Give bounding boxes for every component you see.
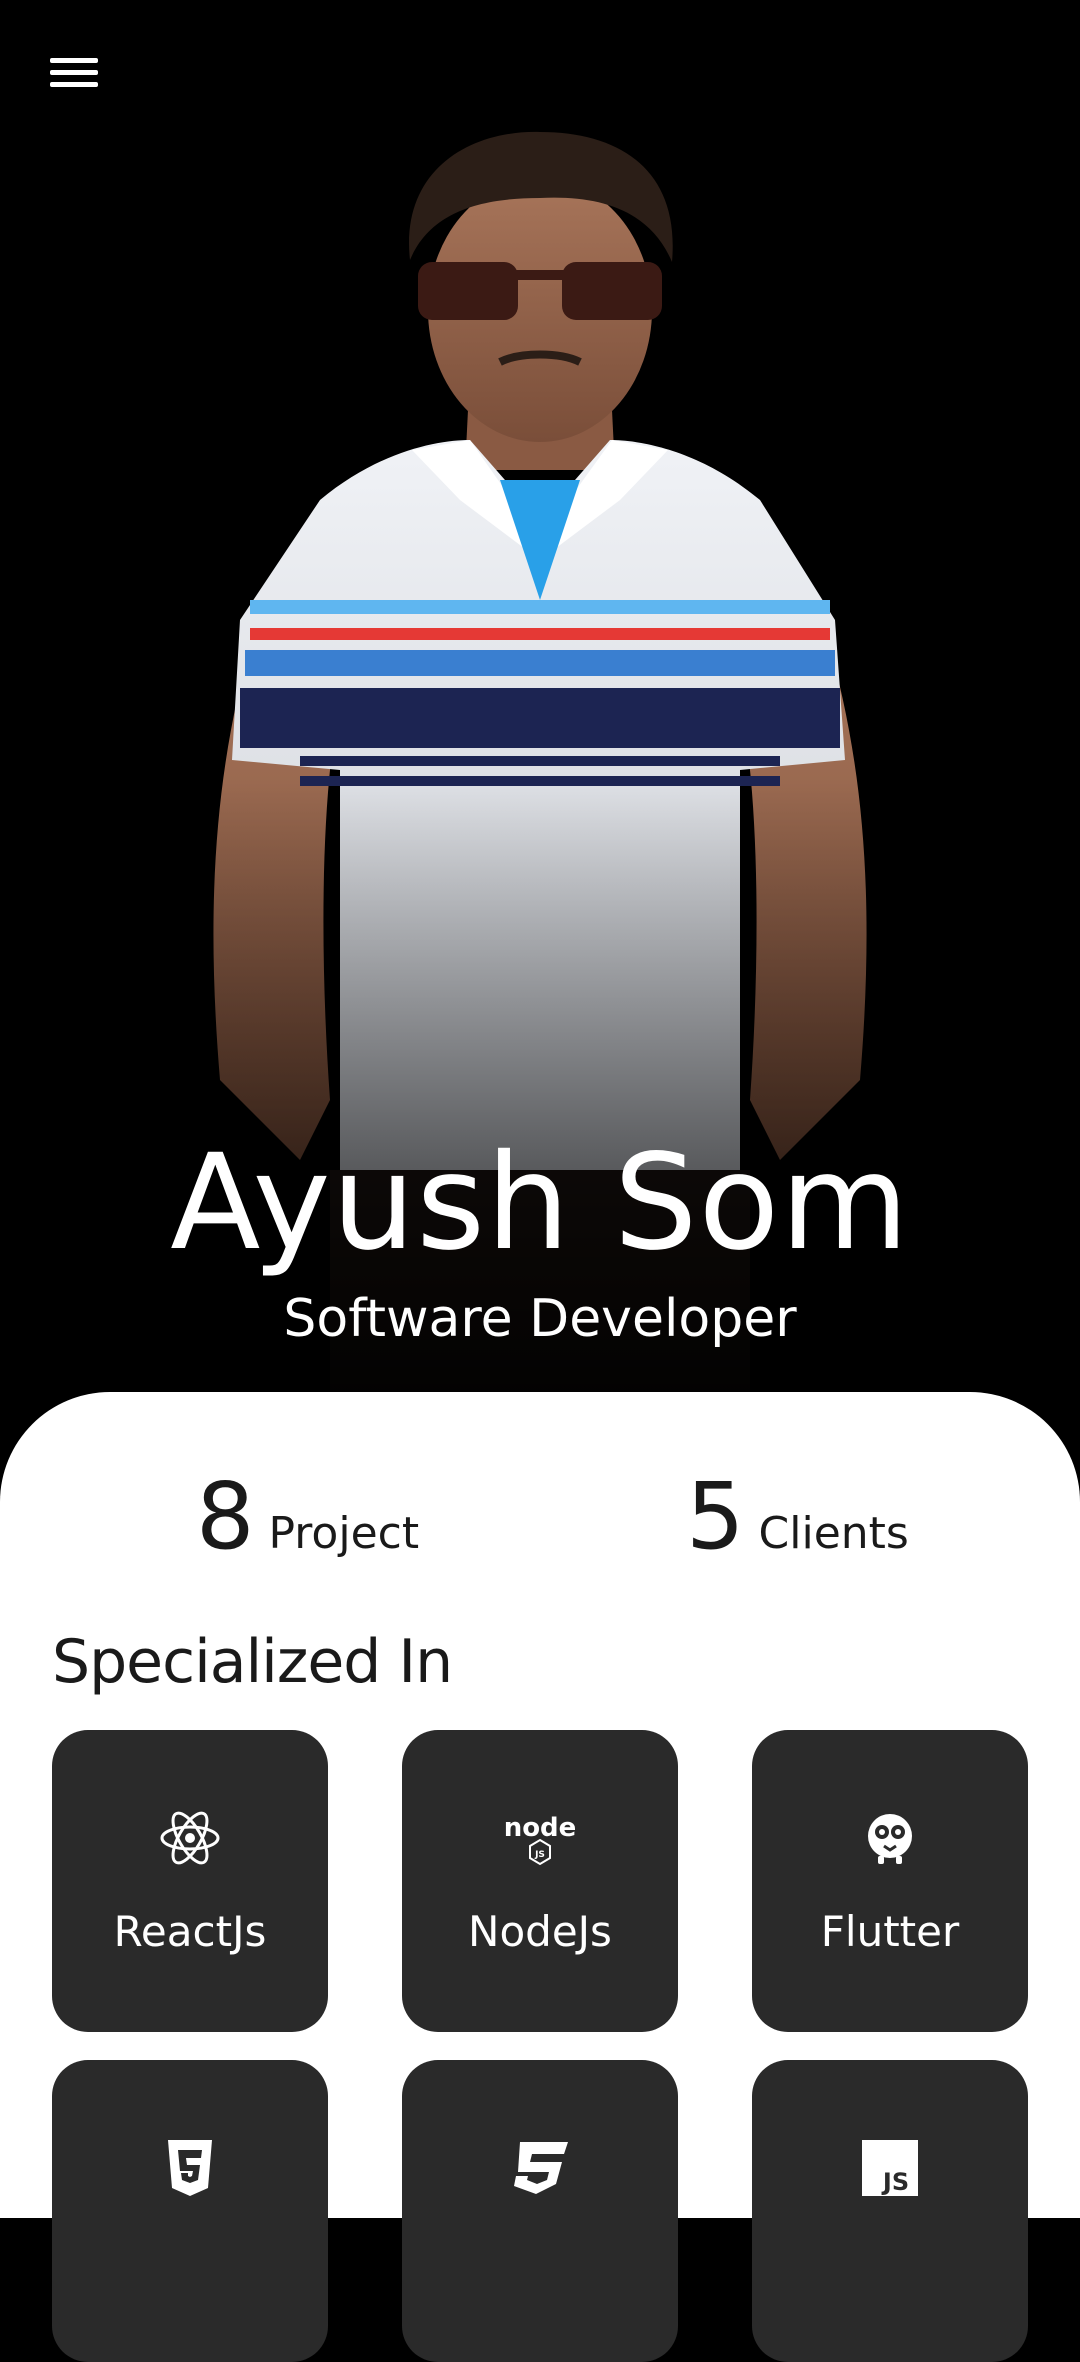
skill-card-nodejs[interactable]: node JS NodeJs bbox=[402, 1730, 678, 2032]
skill-card-flutter[interactable]: Flutter bbox=[752, 1730, 1028, 2032]
skill-label: Flutter bbox=[820, 1907, 960, 1956]
javascript-icon: JS bbox=[752, 2136, 1028, 2200]
skill-label: ReactJs bbox=[113, 1907, 267, 1956]
clients-label: Clients bbox=[758, 1508, 909, 1559]
svg-text:JS: JS bbox=[534, 1850, 545, 1860]
nodejs-icon: node JS bbox=[402, 1806, 678, 1870]
skill-label: NodeJs bbox=[468, 1907, 612, 1956]
hero-section: Ayush Som Software Developer bbox=[0, 0, 1080, 1420]
clients-stat: 5 Clients bbox=[686, 1462, 909, 1572]
hamburger-menu-icon[interactable] bbox=[44, 50, 104, 98]
html5-icon bbox=[52, 2136, 328, 2200]
projects-count: 8 bbox=[196, 1463, 255, 1570]
svg-text:node: node bbox=[504, 1813, 577, 1843]
profile-name: Ayush Som bbox=[170, 1126, 910, 1280]
profile-role: Software Developer bbox=[283, 1289, 797, 1349]
specialized-in-heading: Specialized In bbox=[52, 1627, 453, 1697]
projects-label: Project bbox=[268, 1508, 420, 1559]
skill-card-html5[interactable] bbox=[52, 2060, 328, 2362]
projects-stat: 8 Project bbox=[196, 1462, 419, 1572]
skill-card-reactjs[interactable]: ReactJs bbox=[52, 1730, 328, 2032]
svg-text:JS: JS bbox=[881, 2168, 909, 2196]
flutter-icon bbox=[752, 1806, 1028, 1870]
css3-icon bbox=[402, 2136, 678, 2200]
skill-card-javascript[interactable]: JS bbox=[752, 2060, 1028, 2362]
clients-count: 5 bbox=[686, 1463, 745, 1570]
skill-card-css3[interactable] bbox=[402, 2060, 678, 2362]
content-panel: 8 Project 5 Clients Specialized In React… bbox=[0, 1392, 1080, 2362]
react-icon bbox=[52, 1806, 328, 1870]
